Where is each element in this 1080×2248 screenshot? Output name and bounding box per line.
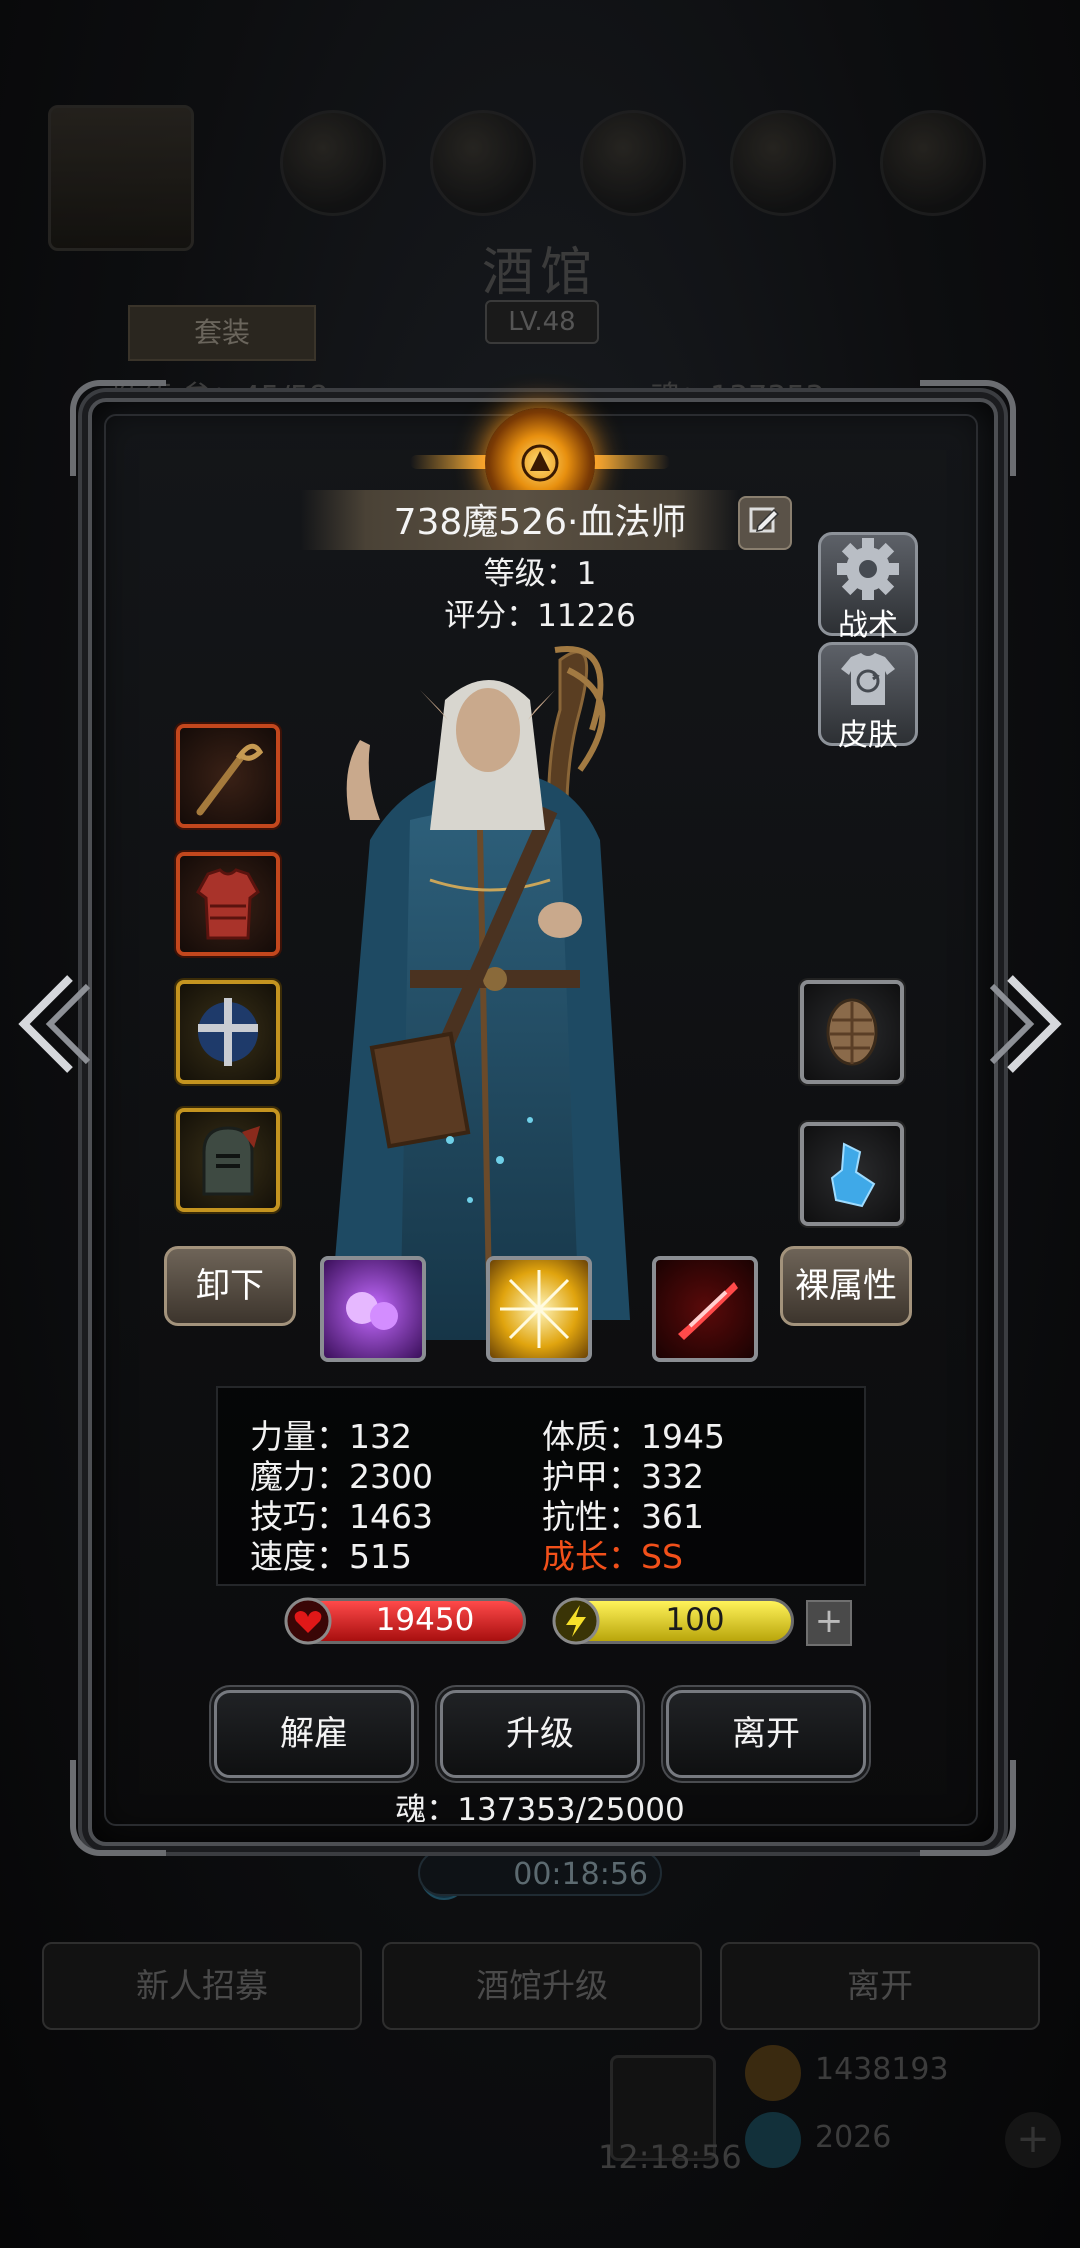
hp-value: 19450	[375, 1602, 475, 1638]
frame-corner-ornament	[920, 380, 1016, 476]
soul-counter: 魂：137353/25000	[395, 1792, 685, 1828]
golden-burst-icon	[500, 1270, 578, 1348]
timer: 00:18:56	[418, 1850, 662, 1896]
gem-slot[interactable]	[800, 1122, 904, 1226]
cross-helm-icon	[198, 998, 258, 1066]
upgrade-button[interactable]: 升级	[440, 1690, 640, 1778]
skill-slot-2[interactable]	[486, 1256, 592, 1362]
menu-icon-4	[730, 110, 836, 216]
armor-slot[interactable]	[176, 852, 280, 956]
red-slash-icon	[678, 1282, 738, 1340]
previous-hero-arrow[interactable]	[14, 964, 94, 1084]
unequip-button[interactable]: 卸下	[164, 1246, 296, 1326]
skin-label: 皮肤	[838, 718, 898, 753]
add-currency-icon: +	[1005, 2112, 1061, 2168]
purple-orb-icon	[346, 1292, 398, 1330]
add-energy-button[interactable]: +	[806, 1600, 852, 1646]
tactics-label: 战术	[838, 608, 898, 643]
tavern-level: LV.48	[485, 300, 599, 344]
hero-name: 738魔526·血法师	[393, 502, 687, 543]
gear-icon	[837, 538, 899, 600]
staff-icon	[196, 743, 264, 816]
frame-corner-ornament	[70, 380, 166, 476]
crystal-icon	[830, 1142, 876, 1208]
shirt-swap-icon	[841, 653, 895, 705]
menu-icon-2	[430, 110, 536, 216]
skill-slot-3[interactable]	[652, 1256, 758, 1362]
tavern-leave-button: 离开	[720, 1942, 1040, 2030]
stat-growth: 成长：SS	[542, 1537, 683, 1576]
bare-attributes-button[interactable]: 裸属性	[780, 1246, 912, 1326]
next-hero-arrow[interactable]	[986, 964, 1066, 1084]
dismiss-button[interactable]: 解雇	[214, 1690, 414, 1778]
recruit-button: 新人招募	[42, 1942, 362, 2030]
helmet-slot[interactable]	[176, 1108, 280, 1212]
tavern-title: 酒馆	[481, 243, 598, 303]
menu-icon-1	[280, 110, 386, 216]
shell-shield-icon	[826, 998, 878, 1066]
emblem-rune	[521, 444, 559, 482]
gift-timer: 12:18:56	[598, 2138, 742, 2176]
helmet-icon	[202, 1126, 260, 1196]
accessory-slot[interactable]	[176, 980, 280, 1084]
skill-slot-1[interactable]	[320, 1256, 426, 1362]
heart-icon	[284, 1597, 332, 1645]
stat-speed: 速度：515	[250, 1537, 412, 1576]
player-avatar	[48, 105, 194, 251]
menu-icon-5	[880, 110, 986, 216]
edit-name-button[interactable]	[738, 496, 792, 550]
weapon-slot[interactable]	[176, 724, 280, 828]
gold-amount: 1438193	[815, 2052, 949, 2087]
armor-icon	[196, 868, 260, 940]
lightning-icon	[552, 1597, 600, 1645]
shield-slot[interactable]	[800, 980, 904, 1084]
hero-level: 等级：1	[483, 556, 597, 592]
energy-value: 100	[665, 1602, 725, 1638]
gem-icon	[745, 2112, 801, 2168]
gold-icon	[745, 2045, 801, 2101]
suit-tab: 套装	[128, 305, 316, 361]
menu-icon-3	[580, 110, 686, 216]
tavern-upgrade-button: 酒馆升级	[382, 1942, 702, 2030]
gem-amount: 2026	[815, 2120, 892, 2155]
leave-button[interactable]: 离开	[666, 1690, 866, 1778]
pencil-icon	[749, 507, 780, 533]
